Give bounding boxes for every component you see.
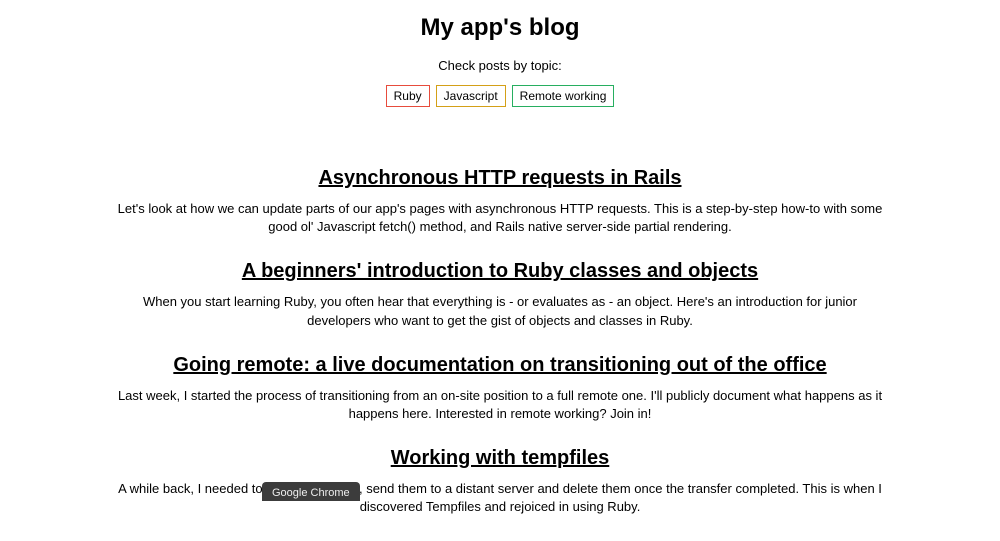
post-excerpt: A while back, I needed to create XML fil…	[110, 480, 890, 516]
post-excerpt: Let's look at how we can update parts of…	[110, 200, 890, 236]
blog-header: My app's blog Check posts by topic: Ruby…	[0, 14, 1000, 107]
post-item: A beginners' introduction to Ruby classe…	[90, 260, 910, 329]
tag-javascript[interactable]: Javascript	[436, 85, 506, 107]
post-excerpt: Last week, I started the process of tran…	[110, 387, 890, 423]
post-title-link[interactable]: Asynchronous HTTP requests in Rails	[90, 167, 910, 190]
topic-subtitle: Check posts by topic:	[0, 58, 1000, 73]
post-item: Working with tempfiles A while back, I n…	[90, 447, 910, 516]
posts-list: Asynchronous HTTP requests in Rails Let'…	[90, 167, 910, 517]
post-title-link[interactable]: A beginners' introduction to Ruby classe…	[90, 260, 910, 283]
dock: Google Chrome	[262, 482, 360, 501]
topic-tags: Ruby Javascript Remote working	[0, 85, 1000, 107]
post-excerpt: When you start learning Ruby, you often …	[110, 293, 890, 329]
dock-item-chrome[interactable]: Google Chrome	[262, 482, 360, 501]
blog-title: My app's blog	[0, 14, 1000, 42]
post-item: Going remote: a live documentation on tr…	[90, 354, 910, 423]
post-title-link[interactable]: Going remote: a live documentation on tr…	[90, 354, 910, 377]
tag-remote-working[interactable]: Remote working	[512, 85, 615, 107]
tag-ruby[interactable]: Ruby	[386, 85, 430, 107]
post-item: Asynchronous HTTP requests in Rails Let'…	[90, 167, 910, 236]
post-title-link[interactable]: Working with tempfiles	[90, 447, 910, 470]
